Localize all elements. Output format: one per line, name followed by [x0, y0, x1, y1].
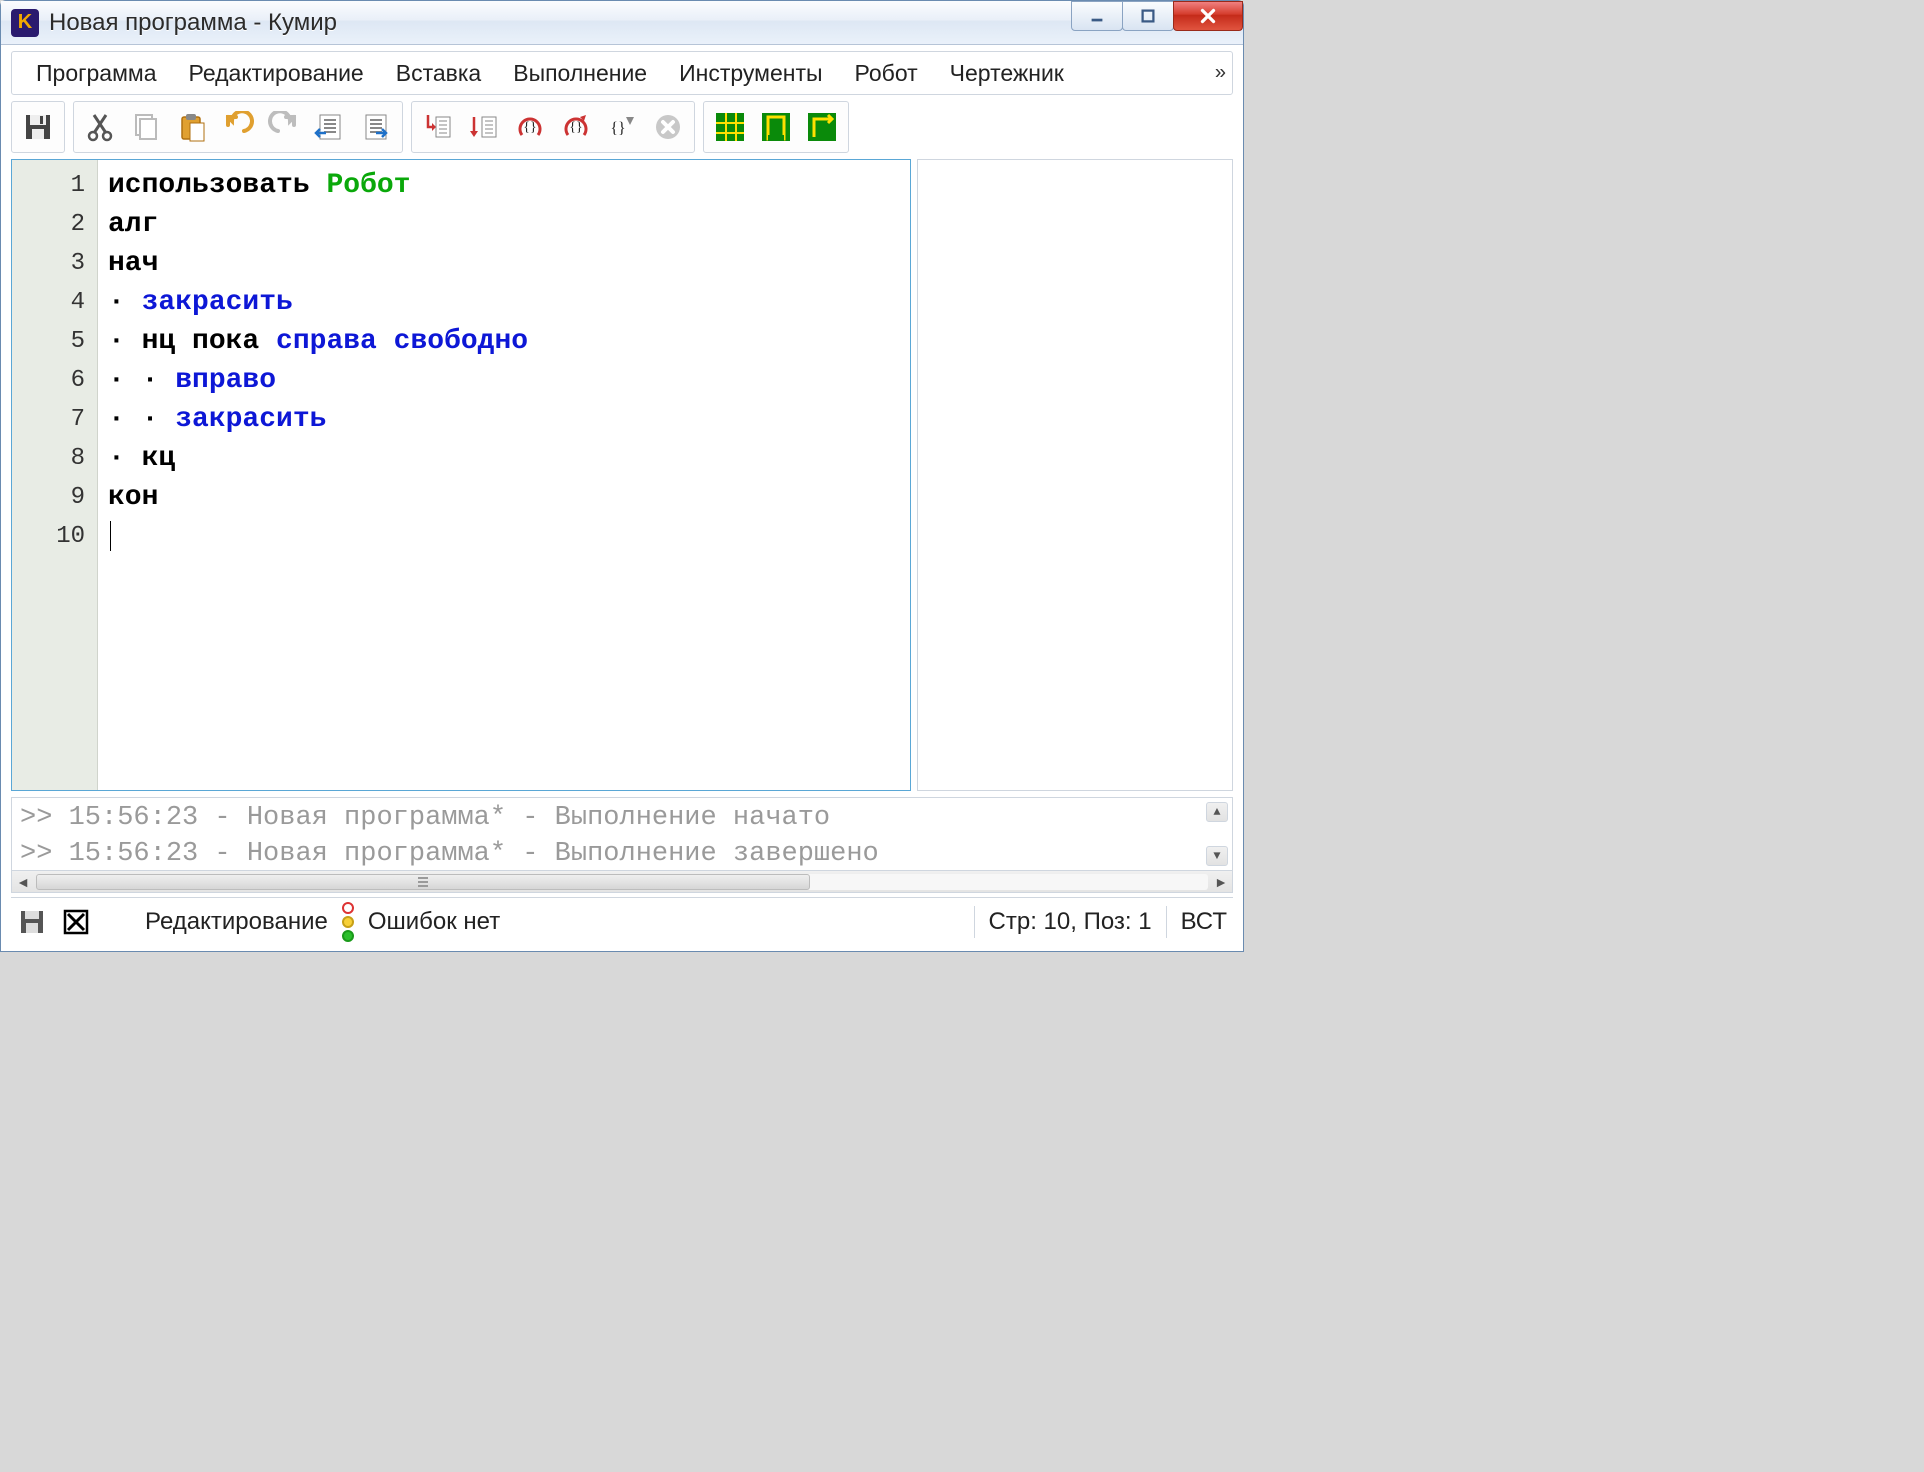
line-number: 2: [12, 205, 97, 244]
console-vscroll[interactable]: ▲ ▼: [1206, 802, 1228, 866]
code-line[interactable]: · кц: [108, 439, 900, 478]
app-window: K Новая программа - Кумир Программа Реда…: [0, 0, 1244, 952]
window-title: Новая программа - Кумир: [49, 9, 337, 37]
code-line[interactable]: · · закрасить: [108, 400, 900, 439]
menu-program[interactable]: Программа: [20, 56, 173, 91]
status-save-icon[interactable]: [17, 907, 47, 937]
app-icon: K: [11, 9, 39, 37]
code-line[interactable]: использовать Робот: [108, 166, 900, 205]
toolbar-group-edit: [73, 101, 403, 153]
status-mode: Редактирование: [145, 908, 328, 936]
svg-text:{}: {}: [569, 120, 582, 135]
line-number: 5: [12, 322, 97, 361]
console-hscroll[interactable]: ◄ ►: [11, 871, 1233, 893]
statusbar: Редактирование Ошибок нет Стр: 10, Поз: …: [11, 897, 1233, 945]
code-line[interactable]: [108, 517, 900, 556]
line-number: 7: [12, 400, 97, 439]
status-errors: Ошибок нет: [368, 908, 500, 936]
code-line[interactable]: · · вправо: [108, 361, 900, 400]
status-errors-section: Ошибок нет: [368, 908, 500, 936]
svg-text:{}: {}: [610, 120, 625, 137]
robot-field-icon[interactable]: [756, 107, 796, 147]
copy-icon[interactable]: [126, 107, 166, 147]
scroll-track[interactable]: [36, 874, 1208, 890]
titlebar: K Новая программа - Кумир: [1, 1, 1243, 45]
maximize-button[interactable]: [1122, 1, 1174, 31]
svg-text:{}: {}: [523, 120, 536, 135]
console-wrap: >> 15:56:23 - Новая программа* - Выполне…: [11, 797, 1233, 893]
status-mode-section: Редактирование: [145, 908, 328, 936]
code-line[interactable]: алг: [108, 205, 900, 244]
menu-robot[interactable]: Робот: [839, 56, 934, 91]
run-fast-icon[interactable]: {}: [556, 107, 596, 147]
toolbar-group-run: {} {} {}: [411, 101, 695, 153]
redo-icon[interactable]: [264, 107, 304, 147]
window-buttons: [1072, 1, 1243, 33]
indent-right-icon[interactable]: [356, 107, 396, 147]
paste-icon[interactable]: [172, 107, 212, 147]
console[interactable]: >> 15:56:23 - Новая программа* - Выполне…: [11, 797, 1233, 871]
status-position-section: Стр: 10, Поз: 1: [989, 908, 1152, 936]
line-number: 10: [12, 517, 97, 556]
toolbar: {} {} {}: [11, 101, 1233, 153]
line-number: 1: [12, 166, 97, 205]
scroll-up-icon[interactable]: ▲: [1206, 802, 1228, 822]
scroll-down-icon[interactable]: ▼: [1206, 846, 1228, 866]
status-insert-mode: ВСТ: [1181, 908, 1227, 936]
run-icon[interactable]: {}: [510, 107, 550, 147]
menu-edit[interactable]: Редактирование: [173, 56, 380, 91]
undo-icon[interactable]: [218, 107, 258, 147]
scroll-left-icon[interactable]: ◄: [12, 872, 34, 892]
indent-left-icon[interactable]: [310, 107, 350, 147]
gutter: 12345678910: [12, 160, 98, 790]
robot-grid-icon[interactable]: [710, 107, 750, 147]
run-to-icon[interactable]: {}: [602, 107, 642, 147]
line-number: 3: [12, 244, 97, 283]
code-area[interactable]: использовать Роботалгнач· закрасить· нц …: [98, 160, 910, 790]
stop-icon[interactable]: [648, 107, 688, 147]
status-position: Стр: 10, Поз: 1: [989, 908, 1152, 936]
line-number: 9: [12, 478, 97, 517]
menu-insert[interactable]: Вставка: [380, 56, 498, 91]
status-close-icon[interactable]: [61, 907, 91, 937]
console-line: >> 15:56:23 - Новая программа* - Выполне…: [20, 836, 1224, 871]
step-over-icon[interactable]: [464, 107, 504, 147]
editor-pane[interactable]: 12345678910 использовать Роботалгнач· за…: [11, 159, 911, 791]
status-insert-section: ВСТ: [1181, 908, 1227, 936]
code-line[interactable]: кон: [108, 478, 900, 517]
minimize-button[interactable]: [1071, 1, 1123, 31]
menubar: Программа Редактирование Вставка Выполне…: [11, 51, 1233, 95]
menu-tools[interactable]: Инструменты: [663, 56, 838, 91]
code-line[interactable]: · закрасить: [108, 283, 900, 322]
side-panel: [917, 159, 1233, 791]
line-number: 8: [12, 439, 97, 478]
main-area: 12345678910 использовать Роботалгнач· за…: [11, 159, 1233, 791]
scroll-right-icon[interactable]: ►: [1210, 872, 1232, 892]
code-line[interactable]: нач: [108, 244, 900, 283]
console-line: >> 15:56:23 - Новая программа* - Выполне…: [20, 800, 1224, 836]
scroll-thumb[interactable]: [36, 874, 810, 890]
step-into-icon[interactable]: [418, 107, 458, 147]
save-icon[interactable]: [18, 107, 58, 147]
menu-drafter[interactable]: Чертежник: [934, 56, 1080, 91]
close-button[interactable]: [1173, 1, 1243, 31]
menu-overflow-icon[interactable]: »: [1215, 62, 1226, 85]
line-number: 4: [12, 283, 97, 322]
toolbar-group-file: [11, 101, 65, 153]
toolbar-group-actors: [703, 101, 849, 153]
menu-run[interactable]: Выполнение: [497, 56, 663, 91]
code-line[interactable]: · нц пока справа свободно: [108, 322, 900, 361]
drafter-icon[interactable]: [802, 107, 842, 147]
cut-icon[interactable]: [80, 107, 120, 147]
line-number: 6: [12, 361, 97, 400]
traffic-light-icon: [342, 902, 354, 942]
